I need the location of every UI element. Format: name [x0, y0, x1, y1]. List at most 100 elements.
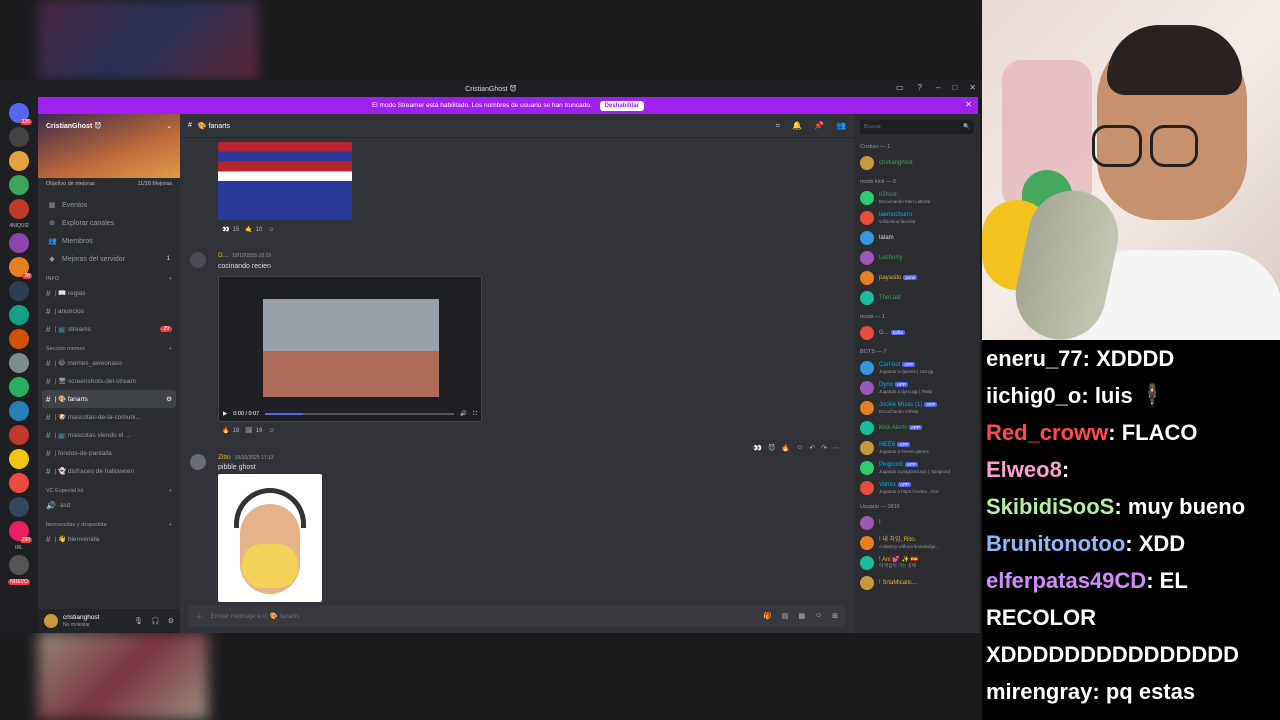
channel-category[interactable]: bienvenidas y despedida +	[38, 520, 180, 530]
add-reaction-icon[interactable]: ☺	[268, 227, 274, 233]
gift-icon[interactable]: 🎁	[763, 612, 772, 620]
server-icon[interactable]	[9, 175, 29, 195]
add-channel-icon[interactable]: +	[169, 522, 172, 528]
server-icon[interactable]	[9, 281, 29, 301]
server-icon[interactable]	[9, 127, 29, 147]
user-avatar[interactable]	[44, 614, 58, 628]
reaction[interactable]: 🤙 10	[245, 226, 262, 234]
member-item[interactable]: Vortex APP Jugando a https://vortex.../vor	[860, 478, 974, 498]
server-icon[interactable]	[9, 329, 29, 349]
channel-item[interactable]: # | 📺 mascotas viendo el ...	[38, 426, 180, 444]
message-author[interactable]: Zitto	[218, 454, 231, 461]
avatar[interactable]	[860, 211, 874, 225]
member-item[interactable]: Dyno APP Jugando a dyno.gg | ?help	[860, 378, 974, 398]
chevron-down-icon[interactable]: ⌄	[166, 122, 172, 130]
gif-icon[interactable]: ▤	[782, 612, 789, 620]
fanart-image-1[interactable]	[218, 142, 352, 220]
avatar[interactable]	[860, 556, 874, 570]
sidebar-item-explorar-canales[interactable]: ⊕ Explorar canales	[38, 214, 180, 232]
boost-progress[interactable]: Objetivo de mejoras 11/28 Mejoras	[38, 178, 180, 190]
server-icon[interactable]	[9, 555, 29, 575]
channel-item[interactable]: # | 👋 bienvenida	[38, 530, 180, 548]
add-channel-icon[interactable]: +	[169, 488, 172, 494]
settings-gear-icon[interactable]: ⚙	[168, 617, 174, 625]
channel-item[interactable]: # | fondos-de-pantalla	[38, 444, 180, 462]
emoji-add-icon[interactable]: ☺	[796, 444, 803, 452]
channel-category[interactable]: INFO +	[38, 274, 180, 284]
reaction[interactable]: 👀 15	[222, 226, 239, 234]
help-icon[interactable]: ?	[918, 83, 922, 92]
avatar[interactable]	[190, 454, 206, 470]
server-icon[interactable]	[9, 425, 29, 445]
channel-category[interactable]: VC Especial lol +	[38, 486, 180, 496]
sidebar-item-mejoras-del-servidor[interactable]: ◆ Mejoras del servidor 1	[38, 250, 180, 268]
more-options-icon[interactable]: ⋯	[833, 444, 840, 452]
apps-icon[interactable]: ⊞	[832, 612, 838, 620]
channel-item[interactable]: # | anuncios	[38, 302, 180, 320]
channel-item[interactable]: # | 😂 memes_aweonaso	[38, 354, 180, 372]
fanart-image-2[interactable]	[218, 474, 322, 602]
fullscreen-icon[interactable]: ⛶	[473, 411, 477, 418]
member-item[interactable]: ! SrtaMicatic...	[860, 573, 974, 593]
member-item[interactable]: IGhost Escuchando Men Laborte	[860, 188, 974, 208]
channel-category[interactable]: Sección memes +	[38, 344, 180, 354]
server-icon[interactable]	[9, 305, 29, 325]
server-icon[interactable]	[9, 199, 29, 219]
avatar[interactable]	[860, 421, 874, 435]
server-icon[interactable]	[9, 449, 29, 469]
member-item[interactable]: Pingcord APP Jugando a pingcord.xyz | ?pin…	[860, 458, 974, 478]
member-item[interactable]: payasito pone	[860, 268, 974, 288]
fire-reaction-icon[interactable]: 🔥	[781, 444, 790, 452]
forward-icon[interactable]: ↷	[821, 444, 827, 452]
member-item[interactable]: Carl-bot APP Jugando a /games | carl.gg	[860, 358, 974, 378]
eyes-reaction-icon[interactable]: 👀	[753, 444, 762, 452]
avatar[interactable]	[860, 516, 874, 530]
avatar[interactable]	[860, 576, 874, 590]
server-icon[interactable]	[9, 473, 29, 493]
avatar[interactable]	[860, 401, 874, 415]
reaction-icon[interactable]: 😈	[768, 444, 775, 452]
screen-icon[interactable]: ▭	[896, 83, 904, 92]
server-icon[interactable]	[9, 151, 29, 171]
composer-input[interactable]: Enviar mensaje a #| 🎨 fanarts	[211, 612, 300, 620]
member-item[interactable]: Jockie Music (1) APP Escuchando m!help	[860, 398, 974, 418]
video-progress[interactable]	[265, 413, 455, 415]
avatar[interactable]	[860, 381, 874, 395]
avatar[interactable]	[860, 251, 874, 265]
microphone-icon[interactable]: 🎙	[134, 617, 143, 625]
close-window-icon[interactable]: ✕	[969, 83, 976, 92]
avatar[interactable]	[860, 191, 874, 205]
add-channel-icon[interactable]: +	[169, 276, 172, 282]
channel-item[interactable]: # | 🎨 fanarts ⚙	[42, 390, 176, 408]
member-item[interactable]: G... Sofia	[860, 323, 974, 343]
channel-item[interactable]: 🔊 asd	[38, 496, 180, 514]
channel-item[interactable]: # | 📖 reglas	[38, 284, 180, 302]
member-item[interactable]: ! 내 차임, Rito. A destiny without knowledge…	[860, 533, 974, 553]
server-icon[interactable]	[9, 401, 29, 421]
member-list-icon[interactable]: 👥	[836, 121, 846, 131]
avatar[interactable]	[190, 252, 206, 268]
video-attachment[interactable]: ▶ 0:00 / 0:07 🔊 ⛶	[218, 276, 482, 422]
play-icon[interactable]: ▶	[223, 411, 227, 417]
server-icon[interactable]: 28	[9, 257, 32, 279]
member-item[interactable]: TheLast	[860, 288, 974, 308]
avatar[interactable]	[860, 271, 874, 285]
pin-icon[interactable]: 📌	[814, 121, 824, 131]
server-icon[interactable]	[9, 497, 29, 517]
server-icon[interactable]	[9, 377, 29, 397]
member-item[interactable]: laemochurro sofiachina favorita	[860, 208, 974, 228]
disable-streamer-button[interactable]: Deshabilitar	[599, 100, 645, 111]
add-reaction-icon[interactable]: ☺	[268, 428, 274, 434]
threads-icon[interactable]: ⌗	[776, 121, 781, 131]
volume-icon[interactable]: 🔊	[460, 411, 467, 417]
server-icon[interactable]: 226	[9, 103, 32, 125]
message-author[interactable]: D...	[218, 252, 228, 259]
headphones-icon[interactable]: 🎧	[151, 617, 160, 625]
avatar[interactable]	[860, 461, 874, 475]
server-banner[interactable]: CristianGhost 😈 ⌄	[38, 114, 180, 178]
close-banner-icon[interactable]: ✕	[965, 100, 972, 109]
avatar[interactable]	[860, 441, 874, 455]
member-item[interactable]: latam	[860, 228, 974, 248]
avatar[interactable]	[860, 291, 874, 305]
avatar[interactable]	[860, 481, 874, 495]
